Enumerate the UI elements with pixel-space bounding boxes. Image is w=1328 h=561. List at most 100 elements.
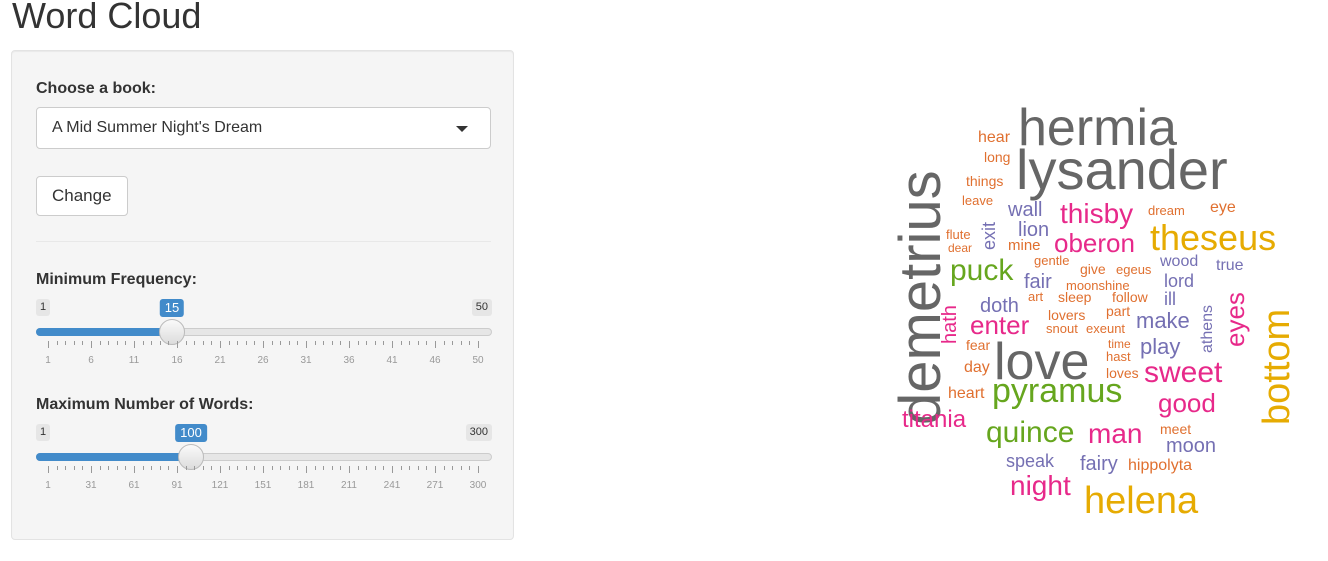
slider-tick	[151, 341, 153, 345]
slider-tick-label: 91	[171, 480, 183, 491]
slider-tick	[374, 341, 376, 345]
slider-tick	[168, 341, 170, 345]
slider-tick	[280, 341, 282, 345]
book-label: Choose a book:	[36, 80, 157, 97]
slider-tick	[383, 341, 385, 345]
chevron-down-icon	[456, 126, 468, 132]
slider-tick	[177, 466, 178, 473]
cloud-word: leave	[962, 193, 994, 208]
slider-tick	[254, 466, 256, 470]
slider-tick	[340, 341, 342, 345]
slider-tick	[73, 341, 75, 345]
slider-tick	[65, 466, 67, 470]
change-button[interactable]: Change	[36, 176, 128, 216]
cloud-word: true	[1216, 257, 1244, 274]
min-frequency-handle[interactable]	[159, 319, 185, 345]
slider-tick	[306, 466, 307, 473]
slider-tick	[82, 466, 84, 470]
cloud-word: hear	[978, 129, 1011, 146]
slider-tick	[460, 341, 462, 345]
slider-tick	[323, 341, 325, 345]
slider-tick	[426, 341, 428, 345]
max-words-value: 100	[175, 424, 207, 442]
slider-tick	[271, 466, 273, 470]
slider-tick	[435, 341, 436, 348]
max-words-handle[interactable]	[178, 444, 204, 470]
slider-tick	[202, 341, 204, 345]
slider-tick	[366, 341, 368, 345]
book-select[interactable]: A Mid Summer Night's Dream	[36, 107, 491, 149]
slider-tick	[469, 466, 471, 470]
cloud-word: hast	[1106, 349, 1131, 364]
slider-tick-label: 36	[343, 355, 355, 366]
slider-tick	[56, 341, 58, 345]
slider-tick-label: 31	[300, 355, 312, 366]
slider-tick	[349, 341, 350, 348]
slider-tick	[297, 341, 299, 345]
cloud-word: eyes	[1220, 292, 1250, 348]
cloud-word: lysander	[1016, 138, 1228, 201]
slider-tick	[159, 341, 161, 345]
cloud-word: speak	[1006, 451, 1055, 471]
cloud-word: helena	[1084, 480, 1199, 522]
max-words-max: 300	[465, 424, 492, 441]
cloud-word: wall	[1008, 199, 1043, 221]
slider-tick	[314, 466, 316, 470]
cloud-word: lord	[1164, 271, 1195, 291]
cloud-word: hippolyta	[1128, 457, 1193, 474]
slider-tick	[426, 466, 428, 470]
cloud-word: man	[1088, 418, 1143, 449]
cloud-word: day	[964, 359, 990, 376]
slider-tick	[134, 466, 135, 473]
slider-tick	[409, 341, 411, 345]
cloud-word: fairy	[1080, 453, 1118, 475]
word-cloud: hermia lysander demetrius love theseus helena…	[880, 90, 1300, 530]
cloud-word: titania	[902, 406, 967, 433]
slider-tick-label: 181	[297, 480, 315, 491]
cloud-word: doth	[980, 295, 1019, 317]
slider-tick	[177, 341, 178, 348]
slider-tick	[374, 466, 376, 470]
cloud-word: sweet	[1144, 356, 1223, 389]
slider-tick	[125, 466, 127, 470]
slider-tick	[357, 341, 359, 345]
slider-tick	[99, 341, 101, 345]
slider-tick	[478, 341, 479, 348]
slider-tick	[280, 466, 282, 470]
slider-tick	[245, 341, 247, 345]
cloud-word: snout	[1046, 321, 1078, 336]
cloud-word: follow	[1112, 289, 1148, 305]
cloud-word: puck	[950, 254, 1014, 287]
min-frequency-slider[interactable]: 1 50 15 1 6 11 16 21 26 31 36 41 46 50	[36, 299, 492, 369]
slider-tick	[263, 341, 264, 348]
slider-tick	[185, 466, 187, 470]
slider-tick	[65, 341, 67, 345]
slider-tick	[392, 466, 393, 473]
slider-tick	[357, 466, 359, 470]
slider-tick	[159, 466, 161, 470]
cloud-word: moon	[1166, 435, 1217, 457]
cloud-word: sleep	[1058, 289, 1092, 305]
slider-tick	[409, 466, 411, 470]
slider-tick	[125, 341, 127, 345]
slider-tick	[452, 341, 454, 345]
slider-tick	[417, 341, 419, 345]
cloud-word: pyramus	[992, 372, 1123, 410]
slider-tick-label: 26	[257, 355, 269, 366]
slider-tick	[73, 466, 75, 470]
slider-tick	[91, 466, 92, 473]
slider-tick	[271, 341, 273, 345]
slider-tick	[331, 466, 333, 470]
slider-tick	[288, 341, 290, 345]
max-words-slider[interactable]: 1 300 100 1 31 61 91 121 151 181 211 241 271 300	[36, 424, 492, 494]
slider-tick-label: 1	[45, 480, 51, 491]
slider-tick-label: 241	[383, 480, 401, 491]
slider-tick	[297, 466, 299, 470]
slider-tick	[349, 466, 350, 473]
slider-tick	[228, 466, 230, 470]
slider-tick-label: 211	[341, 480, 357, 491]
min-frequency-max: 50	[471, 299, 492, 316]
slider-tick	[108, 466, 110, 470]
slider-tick	[168, 466, 170, 470]
slider-tick	[263, 466, 264, 473]
